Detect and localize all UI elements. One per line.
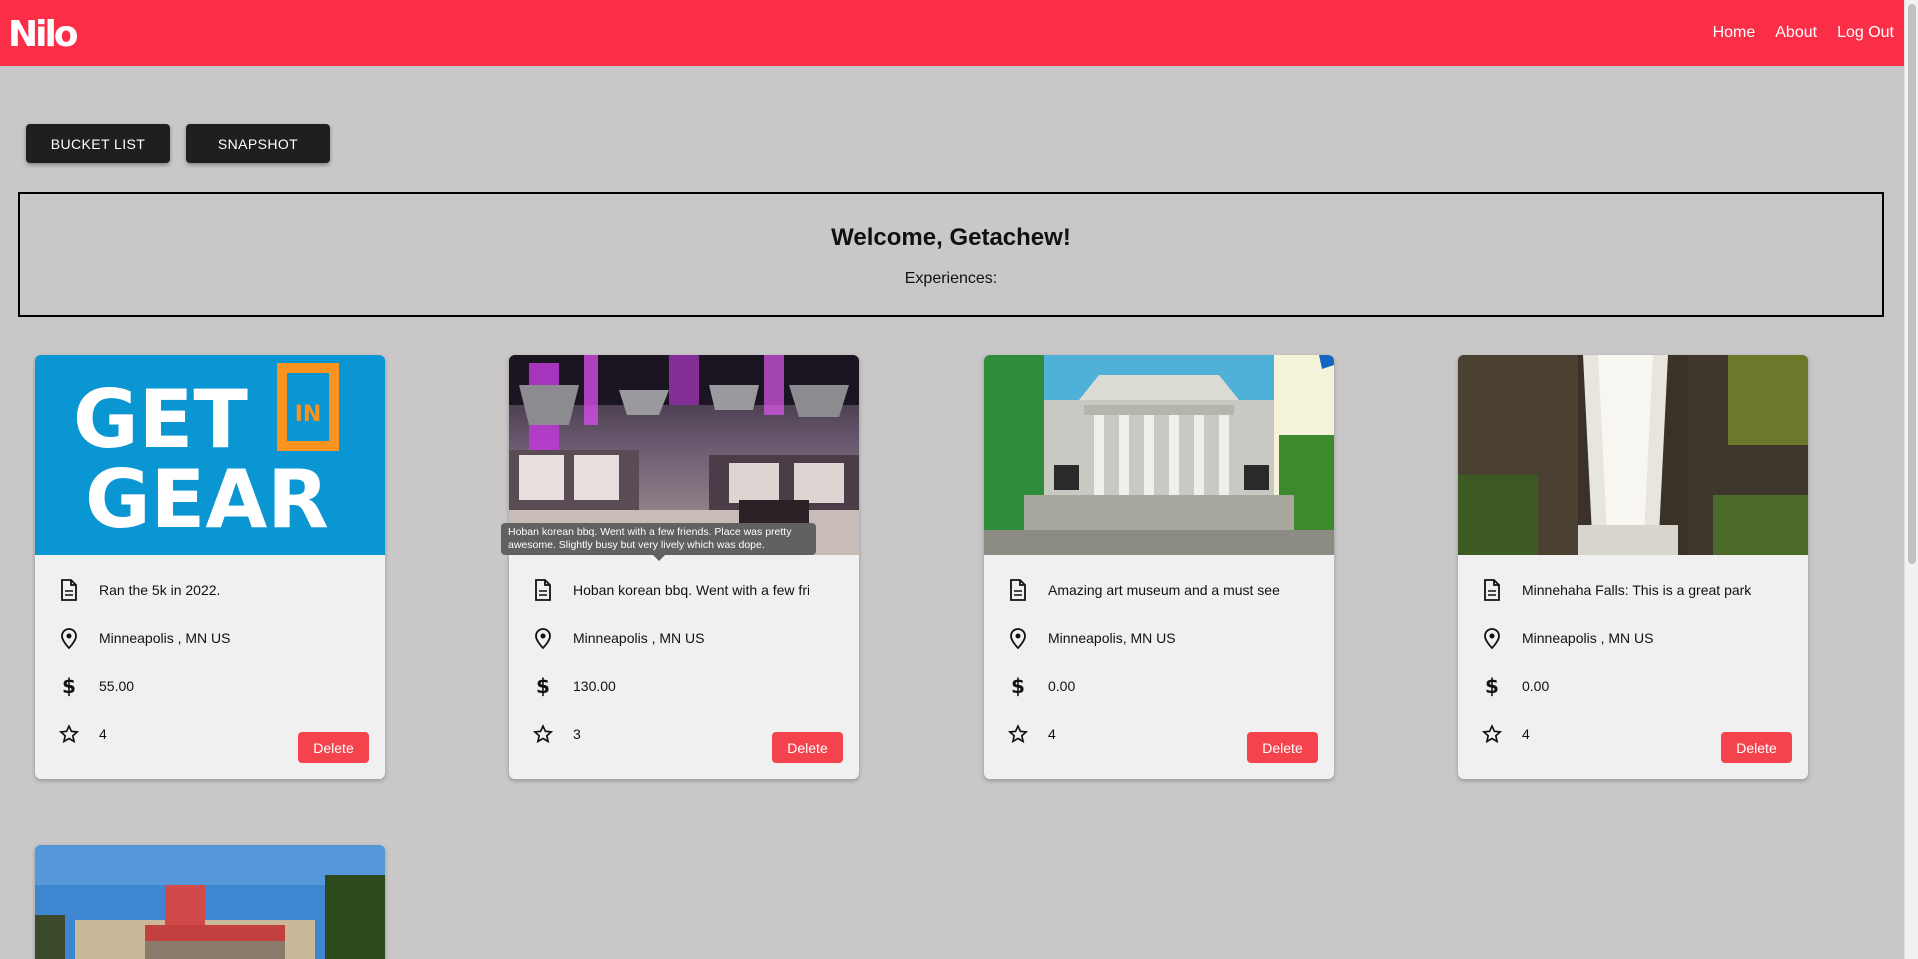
document-icon <box>59 579 79 601</box>
card-cost: 130.00 <box>573 678 616 694</box>
card-image-get-in-gear: GET IN GEAR <box>35 355 385 555</box>
experience-card: Amazing art museum and a must see Minnea… <box>984 355 1334 779</box>
card-image-theater <box>35 845 385 959</box>
document-icon <box>1008 579 1028 601</box>
dollar-icon: $ <box>1008 675 1028 697</box>
card-location: Minneapolis, MN US <box>1048 630 1176 646</box>
nav-home-link[interactable]: Home <box>1713 24 1756 42</box>
card-location-row: Minneapolis, MN US <box>1008 624 1308 652</box>
logo-icon: Nilo <box>8 14 81 55</box>
location-pin-icon <box>59 627 79 649</box>
card-description[interactable]: Hoban korean bbq. Went with a few friend… <box>573 582 809 598</box>
location-pin-icon <box>533 627 553 649</box>
waterfall-image <box>1458 355 1808 555</box>
card-description-row: Hoban korean bbq. Went with a few friend… <box>533 576 833 604</box>
experience-card: Minnehaha Falls: This is a great park Mi… <box>1458 355 1808 779</box>
dollar-icon: $ <box>59 675 79 697</box>
dollar-icon: $ <box>533 675 553 697</box>
card-cost-row: $ 0.00 <box>1008 672 1308 700</box>
welcome-title: Welcome, Getachew! <box>831 224 1071 251</box>
welcome-panel: Welcome, Getachew! Experiences: <box>18 192 1884 317</box>
card-description: Ran the 5k in 2022. <box>99 582 221 598</box>
card-cost-row: $ 55.00 <box>59 672 359 700</box>
card-location: Minneapolis , MN US <box>99 630 231 646</box>
location-pin-icon <box>1482 627 1502 649</box>
art-museum-image <box>984 355 1334 555</box>
card-description-row: Minnehaha Falls: This is a great park <box>1482 576 1782 604</box>
description-tooltip: Hoban korean bbq. Went with a few friend… <box>501 523 816 561</box>
location-pin-icon <box>1008 627 1028 649</box>
card-location: Minneapolis , MN US <box>573 630 705 646</box>
nav-links: Home About Log Out <box>1713 0 1894 66</box>
card-location-row: Minneapolis , MN US <box>1482 624 1782 652</box>
delete-button[interactable]: Delete <box>772 732 843 763</box>
logo[interactable]: Nilo <box>8 14 90 55</box>
document-icon <box>1482 579 1502 601</box>
card-cost: 0.00 <box>1522 678 1550 694</box>
delete-button[interactable]: Delete <box>1721 732 1792 763</box>
star-icon <box>1008 723 1028 745</box>
snapshot-button[interactable]: SNAPSHOT <box>186 124 330 163</box>
experience-card: GET IN GEAR Ran the 5k in 2022. Minneapo… <box>35 355 385 779</box>
star-icon <box>59 723 79 745</box>
card-location: Minneapolis , MN US <box>1522 630 1654 646</box>
dollar-icon: $ <box>1482 675 1502 697</box>
card-location-row: Minneapolis , MN US <box>533 624 833 652</box>
experience-card: Hoban korean bbq. Went with a few friend… <box>501 355 859 779</box>
card-description: Minnehaha Falls: This is a great park <box>1522 582 1752 598</box>
scrollbar-thumb[interactable] <box>1908 4 1916 564</box>
get-in-gear-logo-image: GET IN GEAR <box>35 355 385 555</box>
scrollbar[interactable] <box>1904 0 1918 959</box>
delete-button[interactable]: Delete <box>1247 732 1318 763</box>
card-cost: 0.00 <box>1048 678 1076 694</box>
bucket-list-button[interactable]: BUCKET LIST <box>26 124 170 163</box>
navbar: Nilo Home About Log Out <box>0 0 1904 66</box>
theater-building-image <box>35 845 385 959</box>
star-icon <box>533 723 553 745</box>
svg-text:$: $ <box>1011 675 1025 697</box>
card-description-row: Ran the 5k in 2022. <box>59 576 359 604</box>
star-icon <box>1482 723 1502 745</box>
svg-text:$: $ <box>536 675 550 697</box>
svg-text:$: $ <box>1485 675 1499 697</box>
logo-word-in: IN <box>295 402 322 427</box>
svg-text:$: $ <box>62 675 76 697</box>
card-cost: 55.00 <box>99 678 135 694</box>
experience-card <box>35 845 385 959</box>
card-cost-row: $ 0.00 <box>1482 672 1782 700</box>
logo-word-gear: GEAR <box>85 453 329 546</box>
card-description: Amazing art museum and a must see <box>1048 582 1280 598</box>
delete-button[interactable]: Delete <box>298 732 369 763</box>
card-cost-row: $ 130.00 <box>533 672 833 700</box>
card-image-art-museum <box>984 355 1334 555</box>
card-location-row: Minneapolis , MN US <box>59 624 359 652</box>
card-description-row: Amazing art museum and a must see <box>1008 576 1308 604</box>
logo-text: Nilo <box>8 14 78 52</box>
card-image-waterfall <box>1458 355 1808 555</box>
document-icon <box>533 579 553 601</box>
nav-about-link[interactable]: About <box>1775 24 1817 42</box>
nav-logout-link[interactable]: Log Out <box>1837 24 1894 42</box>
experiences-heading: Experiences: <box>904 270 998 287</box>
